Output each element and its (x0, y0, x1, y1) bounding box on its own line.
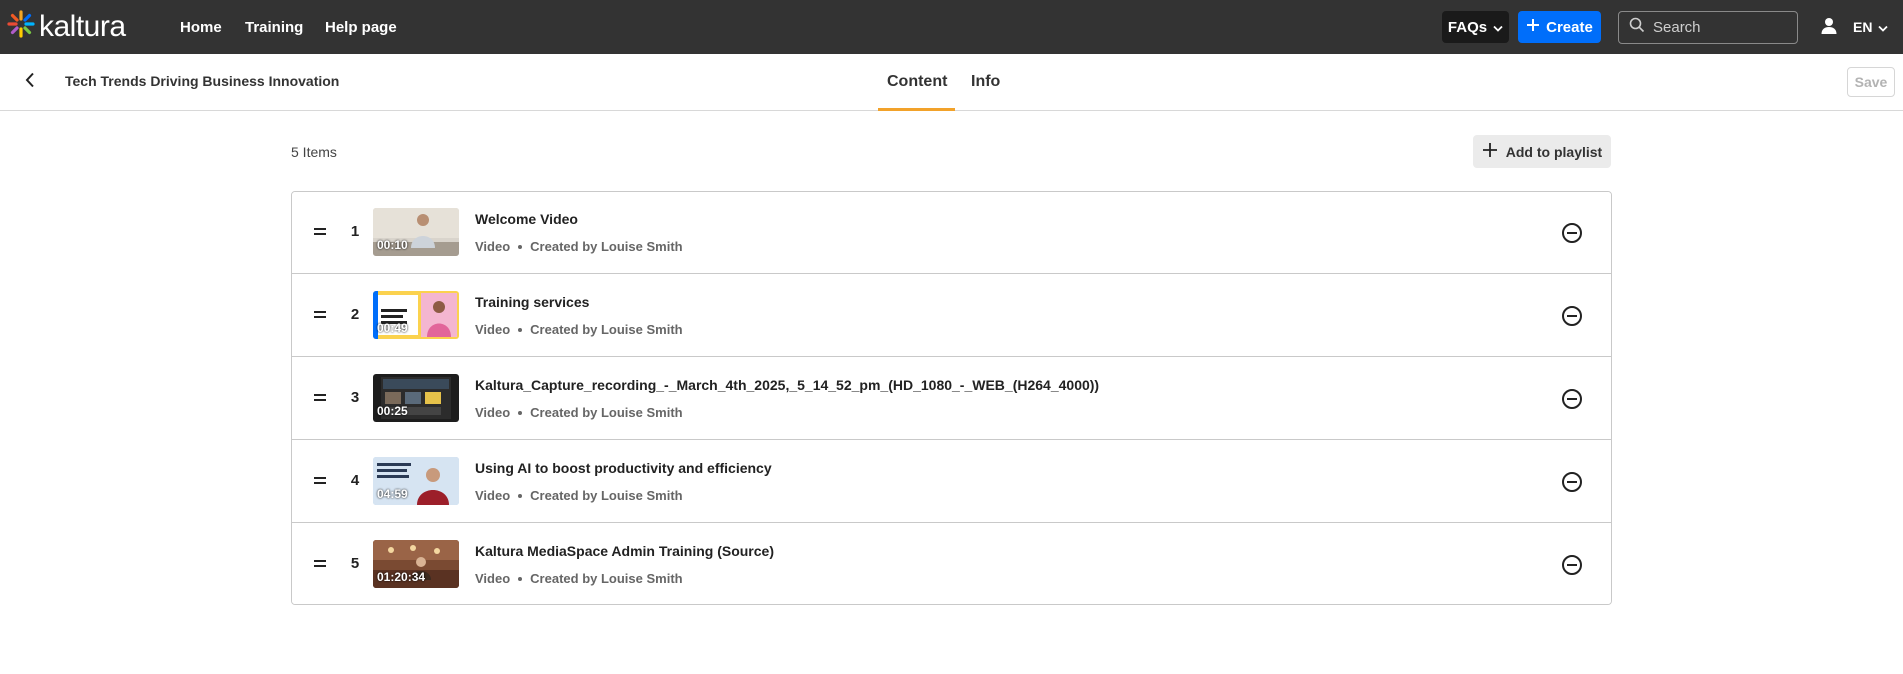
item-title[interactable]: Training services (475, 294, 589, 310)
item-creator: Created by Louise Smith (530, 239, 683, 254)
video-thumbnail[interactable]: 01:20:34 (373, 540, 459, 588)
playlist-header: Tech Trends Driving Business Innovation … (0, 54, 1903, 111)
nav-help-page-link[interactable]: Help page (325, 19, 397, 37)
video-thumbnail[interactable]: 00:25 (373, 374, 459, 422)
item-title[interactable]: Using AI to boost productivity and effic… (475, 460, 772, 476)
language-selector[interactable]: EN (1853, 19, 1889, 36)
item-meta: Video Created by Louise Smith (475, 571, 683, 586)
user-icon[interactable] (1821, 17, 1837, 40)
separator-dot (518, 410, 523, 415)
items-count: 5 Items (291, 144, 337, 160)
item-title[interactable]: Welcome Video (475, 211, 578, 227)
separator-dot (518, 327, 523, 332)
plus-icon (1482, 142, 1498, 161)
separator-dot (518, 244, 523, 249)
item-meta: Video Created by Louise Smith (475, 239, 683, 254)
video-thumbnail[interactable]: 00:10 (373, 208, 459, 256)
chevron-down-icon (1878, 19, 1889, 36)
item-type: Video (475, 405, 511, 420)
item-number: 1 (350, 223, 360, 240)
active-tab-indicator (878, 108, 955, 111)
add-to-playlist-label: Add to playlist (1505, 143, 1603, 160)
save-button[interactable]: Save (1847, 67, 1895, 97)
item-type: Video (475, 322, 511, 337)
item-type: Video (475, 488, 511, 503)
item-creator: Created by Louise Smith (530, 488, 683, 503)
item-title[interactable]: Kaltura_Capture_recording_-_March_4th_20… (475, 377, 1099, 393)
plus-icon (1526, 18, 1540, 36)
video-duration: 01:20:34 (377, 570, 426, 584)
item-creator: Created by Louise Smith (530, 322, 683, 337)
list-item: 1 00:10 Welcome Video Video Created by L… (292, 192, 1611, 274)
playlist-items-list: 1 00:10 Welcome Video Video Created by L… (291, 191, 1612, 605)
search-icon (1629, 17, 1645, 38)
kaltura-logo-icon (6, 9, 36, 44)
create-button[interactable]: Create (1518, 11, 1601, 43)
faqs-label: FAQs (1447, 18, 1488, 36)
item-type: Video (475, 571, 511, 586)
item-type: Video (475, 239, 511, 254)
logo-text: kaltura (39, 9, 126, 43)
remove-circle-icon[interactable] (1562, 306, 1582, 326)
separator-dot (518, 576, 523, 581)
item-number: 5 (350, 555, 360, 572)
video-duration: 00:49 (377, 321, 408, 335)
drag-handle-icon[interactable] (314, 559, 326, 569)
back-button[interactable] (20, 71, 40, 93)
chevron-down-icon (1493, 19, 1503, 36)
list-item: 4 04:59 Using AI to boost productivity a… (292, 441, 1611, 523)
separator-dot (518, 493, 523, 498)
item-meta: Video Created by Louise Smith (475, 405, 683, 420)
page-title: Tech Trends Driving Business Innovation (65, 73, 340, 89)
item-number: 4 (350, 472, 360, 489)
tab-info[interactable]: Info (971, 73, 1000, 91)
item-creator: Created by Louise Smith (530, 571, 683, 586)
item-creator: Created by Louise Smith (530, 405, 683, 420)
list-item: 2 00:49 Training services Video Created … (292, 275, 1611, 357)
remove-circle-icon[interactable] (1562, 472, 1582, 492)
list-item: 3 00:25 Kaltura_Capture_recording_-_Marc… (292, 358, 1611, 440)
drag-handle-icon[interactable] (314, 476, 326, 486)
item-meta: Video Created by Louise Smith (475, 322, 683, 337)
video-duration: 04:59 (377, 487, 408, 501)
remove-circle-icon[interactable] (1562, 223, 1582, 243)
tab-content[interactable]: Content (887, 73, 947, 91)
search-box[interactable] (1618, 11, 1798, 44)
nav-home-link[interactable]: Home (180, 19, 222, 37)
video-thumbnail[interactable]: 00:49 (373, 291, 459, 339)
list-item: 5 01:20:34 Kaltura MediaSpace Admin Trai… (292, 524, 1611, 604)
remove-circle-icon[interactable] (1562, 389, 1582, 409)
video-duration: 00:25 (377, 404, 408, 418)
item-title[interactable]: Kaltura MediaSpace Admin Training (Sourc… (475, 543, 774, 559)
drag-handle-icon[interactable] (314, 310, 326, 320)
faqs-button[interactable]: FAQs (1442, 11, 1509, 43)
drag-handle-icon[interactable] (314, 227, 326, 237)
top-navigation-bar: kaltura Home Training Help page FAQs Cre… (0, 0, 1903, 54)
drag-handle-icon[interactable] (314, 393, 326, 403)
item-number: 2 (350, 306, 360, 323)
search-input[interactable] (1653, 19, 1793, 36)
remove-circle-icon[interactable] (1562, 555, 1582, 575)
nav-training-link[interactable]: Training (245, 19, 303, 37)
create-label: Create (1546, 18, 1593, 36)
add-to-playlist-button[interactable]: Add to playlist (1473, 135, 1611, 168)
video-duration: 00:10 (377, 238, 408, 252)
video-thumbnail[interactable]: 04:59 (373, 457, 459, 505)
logo[interactable]: kaltura (6, 9, 126, 44)
item-meta: Video Created by Louise Smith (475, 488, 683, 503)
item-number: 3 (350, 389, 360, 406)
back-arrow-icon (25, 72, 35, 93)
language-label: EN (1853, 19, 1873, 35)
